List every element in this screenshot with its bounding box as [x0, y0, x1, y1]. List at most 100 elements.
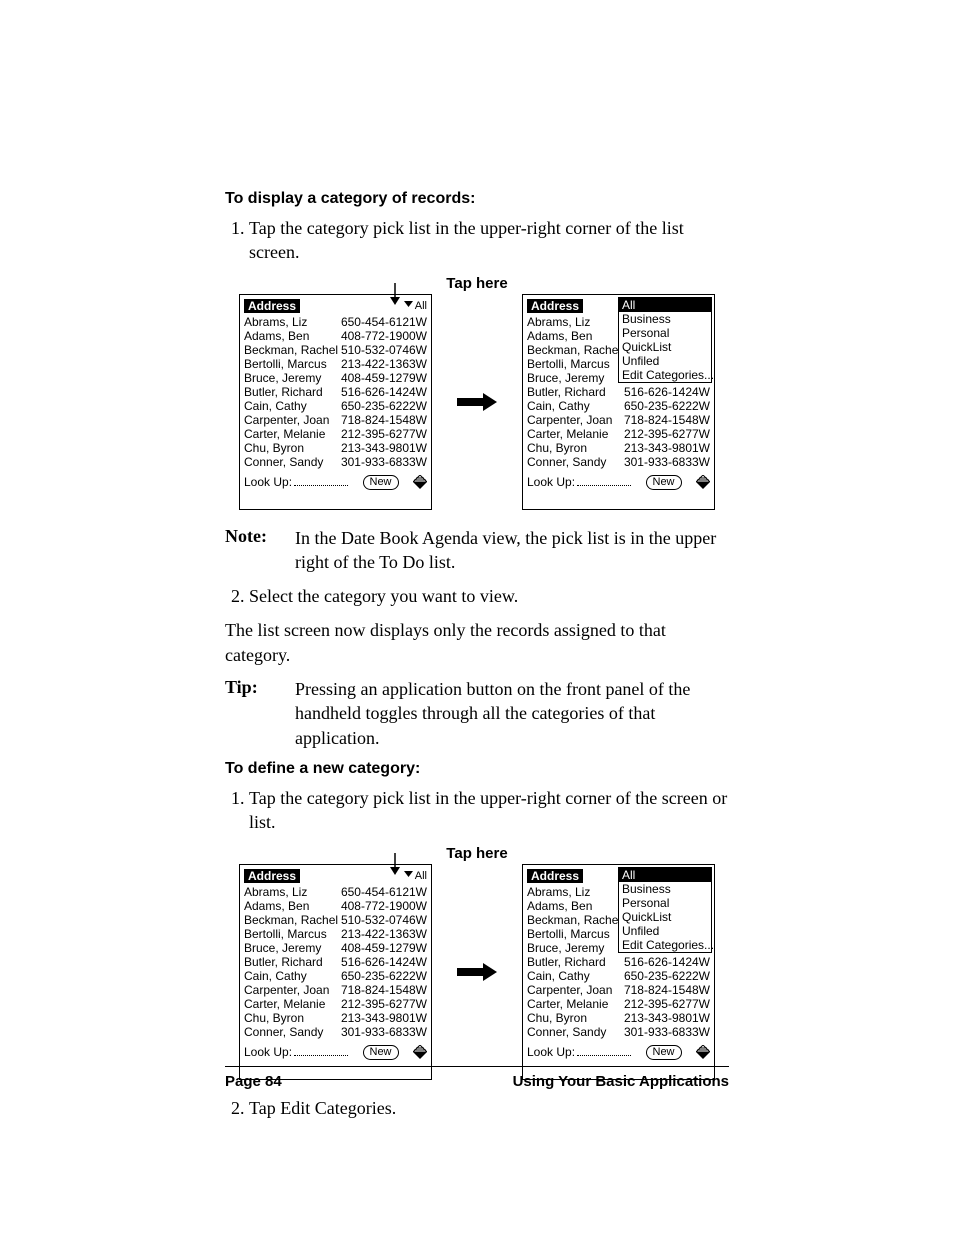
list-item[interactable]: Adams, Ben408-772-1900W	[244, 899, 427, 913]
lookup-field[interactable]: Look Up:	[244, 1045, 348, 1059]
list-item[interactable]: Butler, Richard516-626-1424W	[527, 955, 710, 969]
scroll-up-icon	[696, 475, 710, 482]
category-dropdown[interactable]: All Business Personal QuickList Unfiled …	[618, 867, 712, 953]
picker-arrow-icon	[404, 301, 413, 310]
scroll-arrows[interactable]	[696, 1045, 710, 1059]
list-item[interactable]: Bertolli, Marcus213-422-1363W	[244, 357, 427, 371]
category-personal[interactable]: Personal	[619, 896, 711, 910]
page-footer: Page 84 Using Your Basic Applications	[225, 1066, 729, 1090]
list-item[interactable]: Cain, Cathy650-235-6222W	[244, 969, 427, 983]
scroll-arrows[interactable]	[696, 475, 710, 489]
note-label: Note:	[225, 526, 295, 575]
list-item[interactable]: Cain, Cathy650-235-6222W	[527, 969, 710, 983]
category-all[interactable]: All	[619, 868, 711, 882]
list-item[interactable]: Chu, Byron213-343-9801W	[244, 441, 427, 455]
scroll-up-icon	[413, 1045, 427, 1052]
heading-display-category: To display a category of records:	[225, 190, 729, 208]
lookup-field[interactable]: Look Up:	[527, 1045, 631, 1059]
category-personal[interactable]: Personal	[619, 326, 711, 340]
category-business[interactable]: Business	[619, 882, 711, 896]
category-picker[interactable]: All	[404, 300, 427, 312]
page-number: Page 84	[225, 1073, 282, 1090]
list-item[interactable]: Chu, Byron213-343-9801W	[244, 1011, 427, 1025]
list-item[interactable]: Bruce, Jeremy408-459-1279W	[244, 371, 427, 385]
lookup-field[interactable]: Look Up:	[244, 475, 348, 489]
screenshot-left-1: Address All Abrams, Liz650-454-6121W Ada…	[239, 294, 432, 510]
list-item[interactable]: Conner, Sandy301-933-6833W	[244, 455, 427, 469]
figure-define-category: Address All Abrams, Liz650-454-6121W Ada…	[225, 864, 729, 1080]
list-item[interactable]: Carpenter, Joan718-824-1548W	[527, 983, 710, 997]
result-paragraph: The list screen now displays only the re…	[225, 618, 729, 667]
address-list: Abrams, Liz650-454-6121W Adams, Ben408-7…	[244, 885, 427, 1039]
list-item[interactable]: Conner, Sandy301-933-6833W	[527, 1025, 710, 1039]
list-item[interactable]: Carpenter, Joan718-824-1548W	[527, 413, 710, 427]
new-button[interactable]: New	[363, 1045, 399, 1060]
category-edit[interactable]: Edit Categories...	[619, 938, 711, 952]
list-item[interactable]: Cain, Cathy650-235-6222W	[527, 399, 710, 413]
category-quicklist[interactable]: QuickList	[619, 340, 711, 354]
list-item[interactable]: Carter, Melanie212-395-6277W	[527, 997, 710, 1011]
figure-display-category: Address All Abrams, Liz650-454-6121W Ada…	[225, 294, 729, 510]
category-unfiled[interactable]: Unfiled	[619, 354, 711, 368]
scroll-down-icon	[413, 482, 427, 489]
category-dropdown[interactable]: All Business Personal QuickList Unfiled …	[618, 297, 712, 383]
list-item[interactable]: Butler, Richard516-626-1424W	[244, 955, 427, 969]
list-item[interactable]: Carter, Melanie212-395-6277W	[527, 427, 710, 441]
list-item[interactable]: Carter, Melanie212-395-6277W	[244, 427, 427, 441]
callout-pointer-arrow	[388, 853, 402, 875]
new-button[interactable]: New	[363, 475, 399, 490]
app-title: Address	[244, 299, 300, 313]
category-edit[interactable]: Edit Categories...	[619, 368, 711, 382]
step-define-1: Tap the category pick list in the upper-…	[249, 786, 729, 835]
list-item[interactable]: Carpenter, Joan718-824-1548W	[244, 983, 427, 997]
list-item[interactable]: Chu, Byron213-343-9801W	[527, 441, 710, 455]
app-title: Address	[527, 299, 583, 313]
tip-text: Pressing an application button on the fr…	[295, 677, 729, 750]
list-item[interactable]: Chu, Byron213-343-9801W	[527, 1011, 710, 1025]
step-define-2: Tap Edit Categories.	[249, 1096, 729, 1120]
screenshot-left-2: Address All Abrams, Liz650-454-6121W Ada…	[239, 864, 432, 1080]
heading-define-category: To define a new category:	[225, 760, 729, 778]
picker-value: All	[415, 870, 427, 882]
screenshot-right-1: Address Abrams, Liz Adams, Ben Beckman, …	[522, 294, 715, 510]
list-item[interactable]: Carpenter, Joan718-824-1548W	[244, 413, 427, 427]
callout-tap-here-2: Tap here	[225, 845, 729, 862]
list-item[interactable]: Abrams, Liz650-454-6121W	[244, 315, 427, 329]
callout-tap-here-1: Tap here	[225, 275, 729, 292]
list-item[interactable]: Bertolli, Marcus213-422-1363W	[244, 927, 427, 941]
category-all[interactable]: All	[619, 298, 711, 312]
new-button[interactable]: New	[646, 1045, 682, 1060]
picker-value: All	[415, 300, 427, 312]
category-business[interactable]: Business	[619, 312, 711, 326]
scroll-arrows[interactable]	[413, 1045, 427, 1059]
callout-pointer-arrow	[388, 283, 402, 305]
list-item[interactable]: Adams, Ben408-772-1900W	[244, 329, 427, 343]
list-item[interactable]: Beckman, Rachel510-532-0746W	[244, 913, 427, 927]
list-item[interactable]: Carter, Melanie212-395-6277W	[244, 997, 427, 1011]
lookup-field[interactable]: Look Up:	[527, 475, 631, 489]
category-unfiled[interactable]: Unfiled	[619, 924, 711, 938]
note-text: In the Date Book Agenda view, the pick l…	[295, 526, 729, 575]
list-item[interactable]: Butler, Richard516-626-1424W	[527, 385, 710, 399]
scroll-down-icon	[696, 482, 710, 489]
category-quicklist[interactable]: QuickList	[619, 910, 711, 924]
scroll-arrows[interactable]	[413, 475, 427, 489]
list-item[interactable]: Abrams, Liz650-454-6121W	[244, 885, 427, 899]
list-item[interactable]: Bruce, Jeremy408-459-1279W	[244, 941, 427, 955]
scroll-up-icon	[696, 1045, 710, 1052]
list-item[interactable]: Conner, Sandy301-933-6833W	[527, 455, 710, 469]
app-title: Address	[244, 869, 300, 883]
chapter-title: Using Your Basic Applications	[513, 1073, 729, 1090]
screenshot-right-2: Address Abrams, Liz Adams, Ben Beckman, …	[522, 864, 715, 1080]
new-button[interactable]: New	[646, 475, 682, 490]
list-item[interactable]: Cain, Cathy650-235-6222W	[244, 399, 427, 413]
scroll-down-icon	[696, 1052, 710, 1059]
category-picker[interactable]: All	[404, 870, 427, 882]
list-item[interactable]: Beckman, Rachel510-532-0746W	[244, 343, 427, 357]
step-display-2: Select the category you want to view.	[249, 584, 729, 608]
picker-arrow-icon	[404, 871, 413, 880]
list-item[interactable]: Butler, Richard516-626-1424W	[244, 385, 427, 399]
address-list: Abrams, Liz650-454-6121W Adams, Ben408-7…	[244, 315, 427, 469]
list-item[interactable]: Conner, Sandy301-933-6833W	[244, 1025, 427, 1039]
app-title: Address	[527, 869, 583, 883]
